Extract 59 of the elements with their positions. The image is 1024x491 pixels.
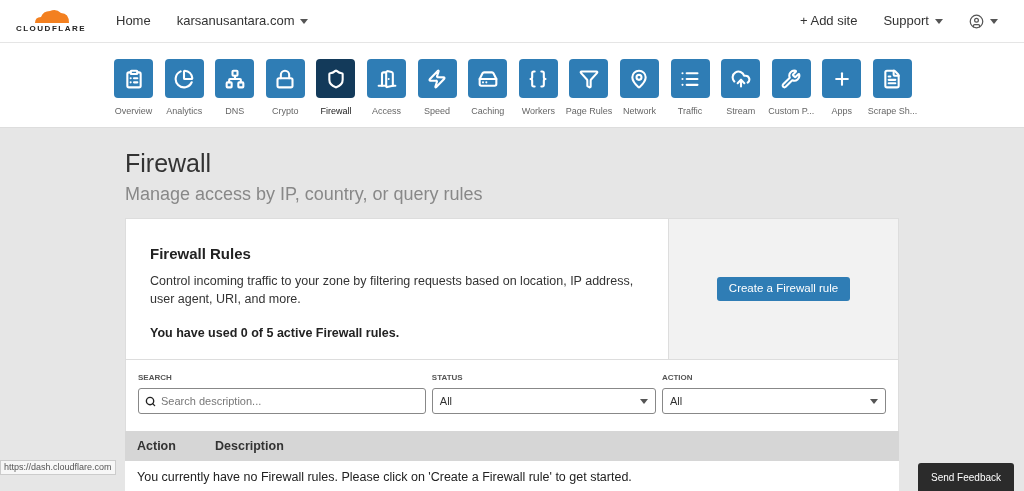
page-title: Firewall bbox=[125, 148, 213, 178]
door-icon bbox=[376, 68, 397, 89]
action-select[interactable]: All bbox=[661, 388, 886, 414]
clipboard-icon bbox=[123, 68, 144, 89]
caret-icon bbox=[870, 398, 878, 404]
column-header: Action bbox=[137, 437, 177, 455]
card-description: Control incoming traffic to your zone by filtering requests based on location, IP address, user agent, URI, and more. bbox=[150, 272, 635, 308]
nav-tab[interactable]: DNS bbox=[210, 59, 260, 127]
nav-tab[interactable]: Caching bbox=[463, 59, 512, 127]
add-site-link[interactable]: + Add site bbox=[800, 11, 858, 31]
search-label: SEARCH bbox=[138, 372, 173, 384]
empty-message: You currently have no Firewall rules. Please click on 'Create a Firewall rule' to get started. bbox=[137, 470, 632, 484]
cloud-icon bbox=[730, 68, 751, 89]
nav-tab[interactable]: Overview bbox=[109, 59, 158, 127]
support-dropdown[interactable]: Support bbox=[883, 11, 943, 31]
drive-icon bbox=[477, 68, 498, 89]
map-pin-icon bbox=[629, 68, 650, 89]
nav-tab[interactable]: Access bbox=[362, 59, 411, 127]
nav-tab[interactable]: Workers bbox=[514, 59, 563, 127]
network-icon bbox=[224, 68, 245, 89]
nav-tab[interactable]: Network bbox=[615, 59, 664, 127]
nav-tab[interactable]: Custom P... bbox=[766, 59, 816, 127]
nav-tab[interactable]: Scrape Sh... bbox=[868, 59, 917, 127]
status-url: https://dash.cloudflare.com bbox=[0, 460, 116, 475]
caret-icon bbox=[300, 18, 309, 24]
send-feedback-button[interactable]: Send Feedback bbox=[918, 463, 1014, 491]
nav-tab[interactable]: Speed bbox=[412, 59, 462, 127]
nav-tab[interactable]: Stream bbox=[716, 59, 765, 127]
nav-tab[interactable]: Page Rules bbox=[564, 59, 614, 127]
shield-icon bbox=[325, 68, 346, 89]
account-menu[interactable] bbox=[969, 13, 998, 29]
status-select[interactable]: All bbox=[431, 388, 656, 414]
logo-text: CLOUDFLARE bbox=[15, 23, 87, 35]
nav-tab[interactable]: Firewall bbox=[311, 59, 361, 127]
site-dropdown[interactable]: karsanusantara.com bbox=[176, 11, 309, 31]
nav-tab[interactable]: Traffic bbox=[665, 59, 715, 127]
create-rule-button[interactable]: Create a Firewall rule bbox=[716, 277, 851, 301]
caret-icon bbox=[639, 398, 648, 404]
braces-icon bbox=[528, 68, 549, 89]
nav-tab[interactable]: Analytics bbox=[159, 59, 209, 127]
usage-text: You have used 0 of 5 active Firewall rules. bbox=[150, 324, 401, 342]
pie-chart-icon bbox=[174, 68, 195, 89]
card-title: Firewall Rules bbox=[150, 244, 252, 264]
column-header: Description bbox=[215, 437, 284, 455]
wrench-icon bbox=[781, 68, 802, 89]
action-label: ACTION bbox=[661, 372, 694, 384]
lock-icon bbox=[275, 68, 296, 89]
lightning-icon bbox=[427, 68, 448, 89]
caret-icon bbox=[990, 18, 998, 24]
caret-icon bbox=[935, 18, 943, 24]
nav-tab[interactable]: Apps bbox=[817, 59, 867, 127]
search-icon bbox=[145, 395, 156, 407]
filter-icon bbox=[578, 68, 599, 89]
document-icon bbox=[882, 68, 903, 89]
page-subtitle: Manage access by IP, country, or query rules bbox=[125, 183, 484, 206]
nav-tab[interactable]: Crypto bbox=[261, 59, 310, 127]
home-link[interactable]: Home bbox=[116, 11, 151, 31]
status-label: STATUS bbox=[431, 372, 464, 384]
search-field[interactable]: Search description... bbox=[138, 388, 426, 414]
